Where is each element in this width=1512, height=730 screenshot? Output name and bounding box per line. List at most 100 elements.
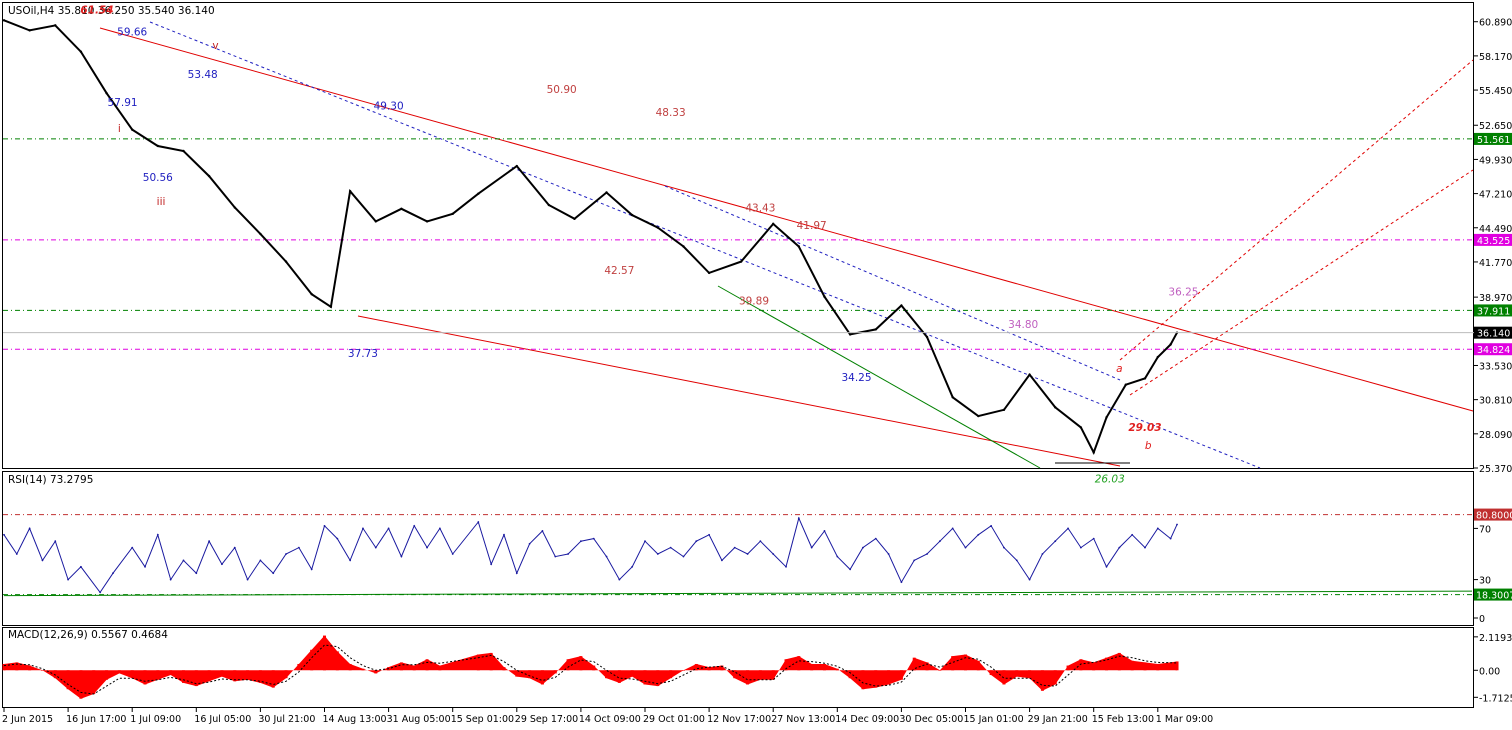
macd-bar	[246, 670, 250, 680]
price-point	[310, 293, 313, 296]
rsi-point	[797, 517, 800, 520]
wave-label: 59.66	[117, 26, 147, 38]
price-point	[1054, 406, 1057, 409]
price-point	[823, 295, 826, 298]
rsi-header: RSI(14) 73.2795	[8, 474, 93, 486]
macd-bar	[207, 670, 211, 682]
rsi-point	[900, 581, 903, 584]
price-point	[1028, 373, 1031, 376]
price-point	[1079, 426, 1083, 429]
rsi-point	[541, 530, 544, 532]
macd-bar	[335, 651, 339, 671]
macd-bar	[412, 665, 416, 671]
macd-bar	[271, 670, 275, 688]
rsi-point	[1003, 546, 1005, 549]
price-point	[79, 50, 83, 53]
level-label: 34.824	[1477, 345, 1510, 356]
macd-bar	[617, 670, 621, 683]
time-tick-label: 15 Sep 01:00	[451, 714, 514, 725]
time-tick-label: 29 Sep 17:00	[515, 714, 578, 725]
rsi-point	[644, 540, 646, 543]
price-point	[797, 245, 801, 248]
rsi-point	[131, 546, 134, 549]
price-point	[182, 149, 185, 153]
macd-tick-label: -1.7125	[1479, 693, 1512, 704]
macd-bar	[502, 667, 506, 671]
wave-label: a	[1116, 363, 1122, 375]
wave-label: 43.43	[745, 202, 775, 214]
price-tick-label: 25.370	[1479, 464, 1512, 475]
time-tick-label: 12 Nov 17:00	[707, 714, 771, 725]
price-point	[515, 164, 518, 168]
rsi-point	[554, 555, 557, 558]
rsi-point	[144, 565, 146, 568]
wave-label: 61.54	[80, 5, 113, 17]
price-point	[682, 245, 685, 248]
time-tick-label: 16 Jun 17:00	[66, 714, 126, 725]
macd-bar	[1143, 662, 1147, 671]
price-tick-label: 49.930	[1479, 155, 1512, 166]
rsi-point	[54, 540, 57, 543]
rsi-point	[874, 537, 877, 540]
rsi-point	[28, 527, 31, 530]
macd-bar	[1079, 659, 1083, 671]
wave-label: 39.89	[739, 295, 769, 307]
macd-bar	[1040, 670, 1044, 691]
rsi-point	[297, 546, 300, 549]
price-point	[477, 192, 480, 195]
macd-bar	[220, 670, 224, 677]
price-point	[772, 222, 775, 226]
time-tick-label: 14 Aug 13:00	[323, 714, 387, 725]
price-point	[28, 29, 31, 32]
macd-bar	[40, 670, 44, 671]
price-point	[1143, 377, 1147, 380]
rsi-point	[285, 553, 287, 555]
wave-label: i	[118, 123, 121, 135]
rsi-point	[682, 555, 685, 558]
rsi-point	[3, 533, 5, 536]
macd-bar	[643, 670, 647, 685]
rsi-point	[195, 572, 198, 575]
macd-bar	[553, 670, 557, 674]
price-point	[400, 207, 403, 210]
macd-bar	[361, 668, 365, 671]
macd-bar	[822, 663, 826, 671]
macd-bar	[28, 665, 32, 671]
time-tick-label: 29 Jan 21:00	[1028, 714, 1088, 725]
macd-bar	[66, 670, 70, 690]
macd-bar	[964, 654, 967, 671]
macd-bar	[797, 656, 801, 671]
rsi-point	[746, 553, 749, 555]
macd-bar	[117, 670, 121, 674]
macd-bar	[540, 670, 544, 685]
wave-label: 57.91	[108, 97, 138, 109]
price-point	[977, 414, 980, 418]
rsi-point	[221, 563, 223, 566]
price-point	[329, 305, 333, 308]
macd-bar	[566, 659, 570, 671]
rsi-point	[438, 527, 441, 530]
macd-bar	[1028, 670, 1032, 679]
rsi-point	[695, 540, 698, 543]
trading-chart[interactable]: USOil,H4 35.810 36.250 35.540 36.140 RSI…	[0, 0, 1512, 730]
rsi-point	[374, 546, 377, 549]
rsi-point	[721, 559, 723, 562]
macd-bar	[746, 670, 750, 685]
price-tick-label: 58.170	[1479, 52, 1512, 63]
rsi-point	[823, 530, 826, 532]
rsi-point	[887, 553, 890, 555]
rsi-point	[772, 553, 775, 555]
rsi-point	[567, 553, 569, 555]
macd-bar	[899, 670, 903, 680]
rsi-point	[810, 546, 813, 549]
level-label: 37.911	[1477, 306, 1510, 317]
macd-bar	[284, 670, 288, 679]
time-tick-label: 27 Nov 13:00	[771, 714, 835, 725]
macd-bar	[938, 670, 942, 671]
wave-label: 29.03	[1128, 422, 1161, 434]
macd-bar	[1156, 663, 1160, 671]
macd-bar	[528, 670, 532, 679]
rsi-point	[503, 533, 505, 536]
rsi-point	[977, 533, 980, 536]
macd-bar	[848, 670, 852, 679]
